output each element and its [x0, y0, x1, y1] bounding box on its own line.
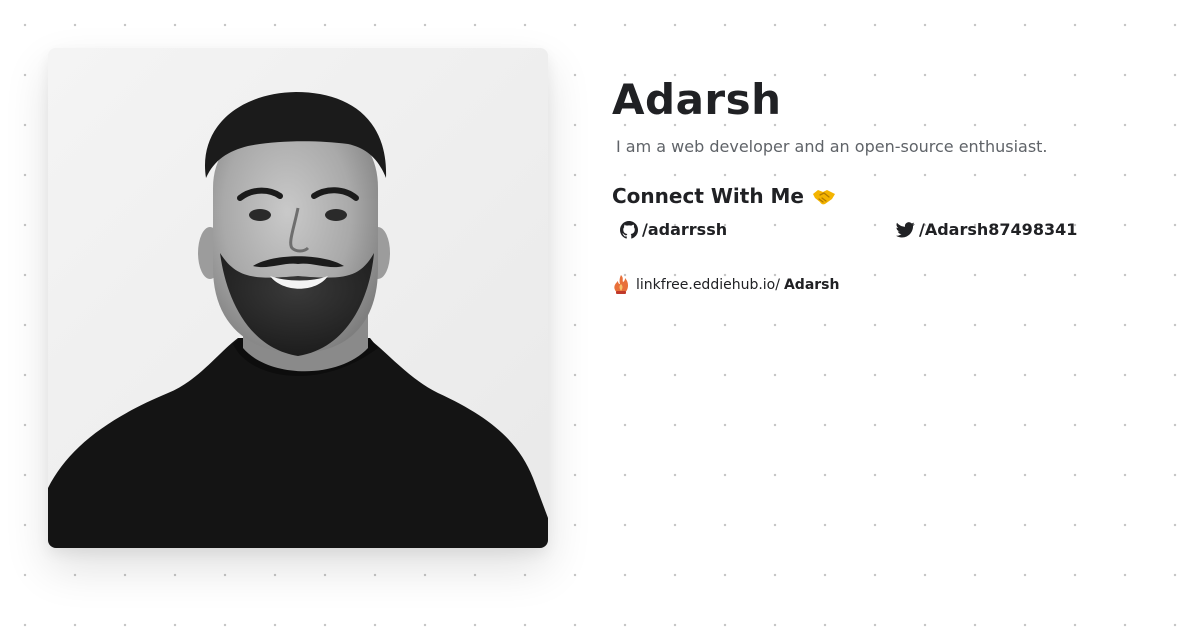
linkfree-username: Adarsh: [783, 277, 840, 293]
profile-photo: [48, 48, 548, 548]
twitter-link[interactable]: /Adarsh87498341: [896, 220, 1077, 239]
profile-bio: I am a web developer and an open-source …: [616, 137, 1048, 156]
profile-card: Adarsh I am a web developer and an open-…: [0, 0, 1200, 627]
connect-heading: Connect With Me: [612, 182, 1172, 210]
twitter-icon: [896, 221, 915, 237]
linkfree-link[interactable]: linkfree.eddiehub.io/ Adarsh: [612, 274, 1172, 296]
linkfree-logo-icon: [612, 274, 630, 296]
handshake-icon: [812, 186, 836, 206]
github-handle: /adarrssh: [642, 220, 728, 239]
profile-info: Adarsh I am a web developer and an open-…: [612, 72, 1172, 296]
portrait-image: [48, 48, 548, 548]
linkfree-domain: linkfree.eddiehub.io/: [636, 277, 780, 293]
connect-heading-text: Connect With Me: [612, 184, 804, 208]
social-links: /adarrssh /Adarsh87498341: [612, 220, 1172, 250]
profile-name: Adarsh: [612, 75, 782, 124]
twitter-handle: /Adarsh87498341: [919, 220, 1078, 239]
github-icon: [620, 220, 638, 239]
github-link[interactable]: /adarrssh: [620, 220, 727, 239]
